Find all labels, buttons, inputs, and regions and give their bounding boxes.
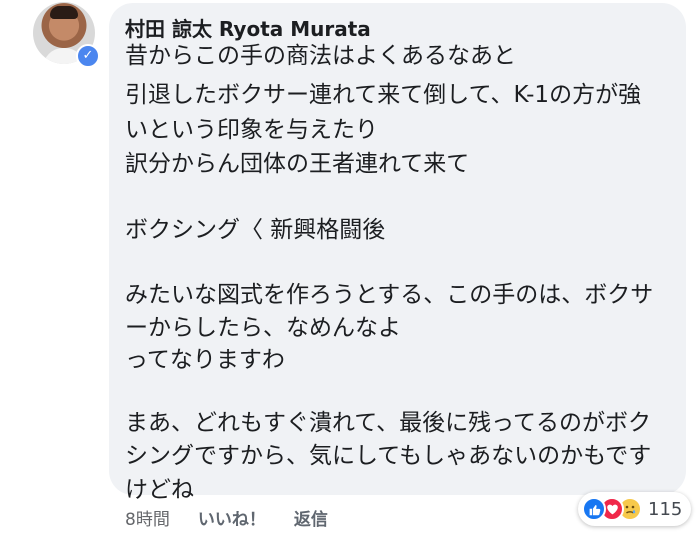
comment-timestamp[interactable]: 8時間 [125, 505, 170, 530]
comment-line: 昔からこの手の商法はよくあるなあと [125, 43, 516, 69]
comment-line: けどね [125, 477, 194, 503]
comment-line: まあ、どれもすぐ潰れて、最後に残ってるのがボク [125, 410, 652, 436]
comment-line: みたいな図式を作ろうとする、この手のは、ボクサ [125, 282, 654, 308]
comment-line: いという印象を与えたり [125, 117, 378, 143]
reply-button[interactable]: 返信 [294, 505, 328, 530]
like-icon [582, 497, 606, 521]
heart-icon [606, 504, 618, 514]
thumbs-up-icon [589, 504, 600, 515]
comment: ✓ 村田 諒太 Ryota Murata 昔からこの手の商法はよくあるなあと 引… [0, 0, 700, 533]
comment-line: 引退したボクサー連れて来て倒して、K-1の方が強 [125, 82, 642, 108]
reaction-count: 115 [648, 498, 683, 520]
comment-bubble: 村田 諒太 Ryota Murata 昔からこの手の商法はよくあるなあと 引退し… [109, 3, 686, 503]
comment-line: 訳分からん団体の王者連れて来て [125, 151, 470, 177]
like-button[interactable]: いいね！ [198, 505, 266, 530]
verified-badge-icon: ✓ [76, 44, 100, 68]
comment-actions: 8時間 いいね！ 返信 [125, 505, 356, 530]
reactions-summary[interactable]: 115 [578, 492, 692, 526]
comment-line: ってなりますわ [125, 347, 285, 373]
comment-line: ーからしたら、なめんなよ [125, 315, 401, 341]
avatar-hair [50, 6, 78, 19]
author-name[interactable]: 村田 諒太 Ryota Murata [125, 13, 371, 42]
comment-line: ボクシング〈 新興格闘後 [125, 217, 386, 243]
comment-line: シングですから、気にしてもしゃあないのかもです [125, 443, 652, 469]
